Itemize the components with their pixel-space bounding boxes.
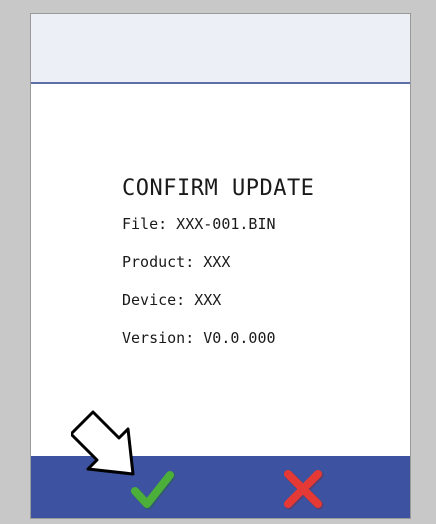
cross-icon: [284, 470, 324, 510]
action-bar: [31, 456, 410, 518]
device-info: Device: XXX: [122, 291, 222, 309]
device-screen: CONFIRM UPDATE File: XXX-001.BIN Product…: [30, 13, 411, 519]
product-info: Product: XXX: [122, 253, 231, 271]
page-title: CONFIRM UPDATE: [122, 176, 315, 201]
confirm-button[interactable]: [129, 466, 176, 512]
header-bar: [31, 14, 410, 84]
confirm-update-panel: CONFIRM UPDATE File: XXX-001.BIN Product…: [122, 176, 402, 367]
cancel-button[interactable]: [280, 466, 326, 512]
device-frame: CONFIRM UPDATE File: XXX-001.BIN Product…: [0, 0, 436, 524]
checkmark-icon: [131, 471, 176, 510]
file-info: File: XXX-001.BIN: [122, 215, 276, 233]
version-info: Version: V0.0.000: [122, 329, 276, 347]
